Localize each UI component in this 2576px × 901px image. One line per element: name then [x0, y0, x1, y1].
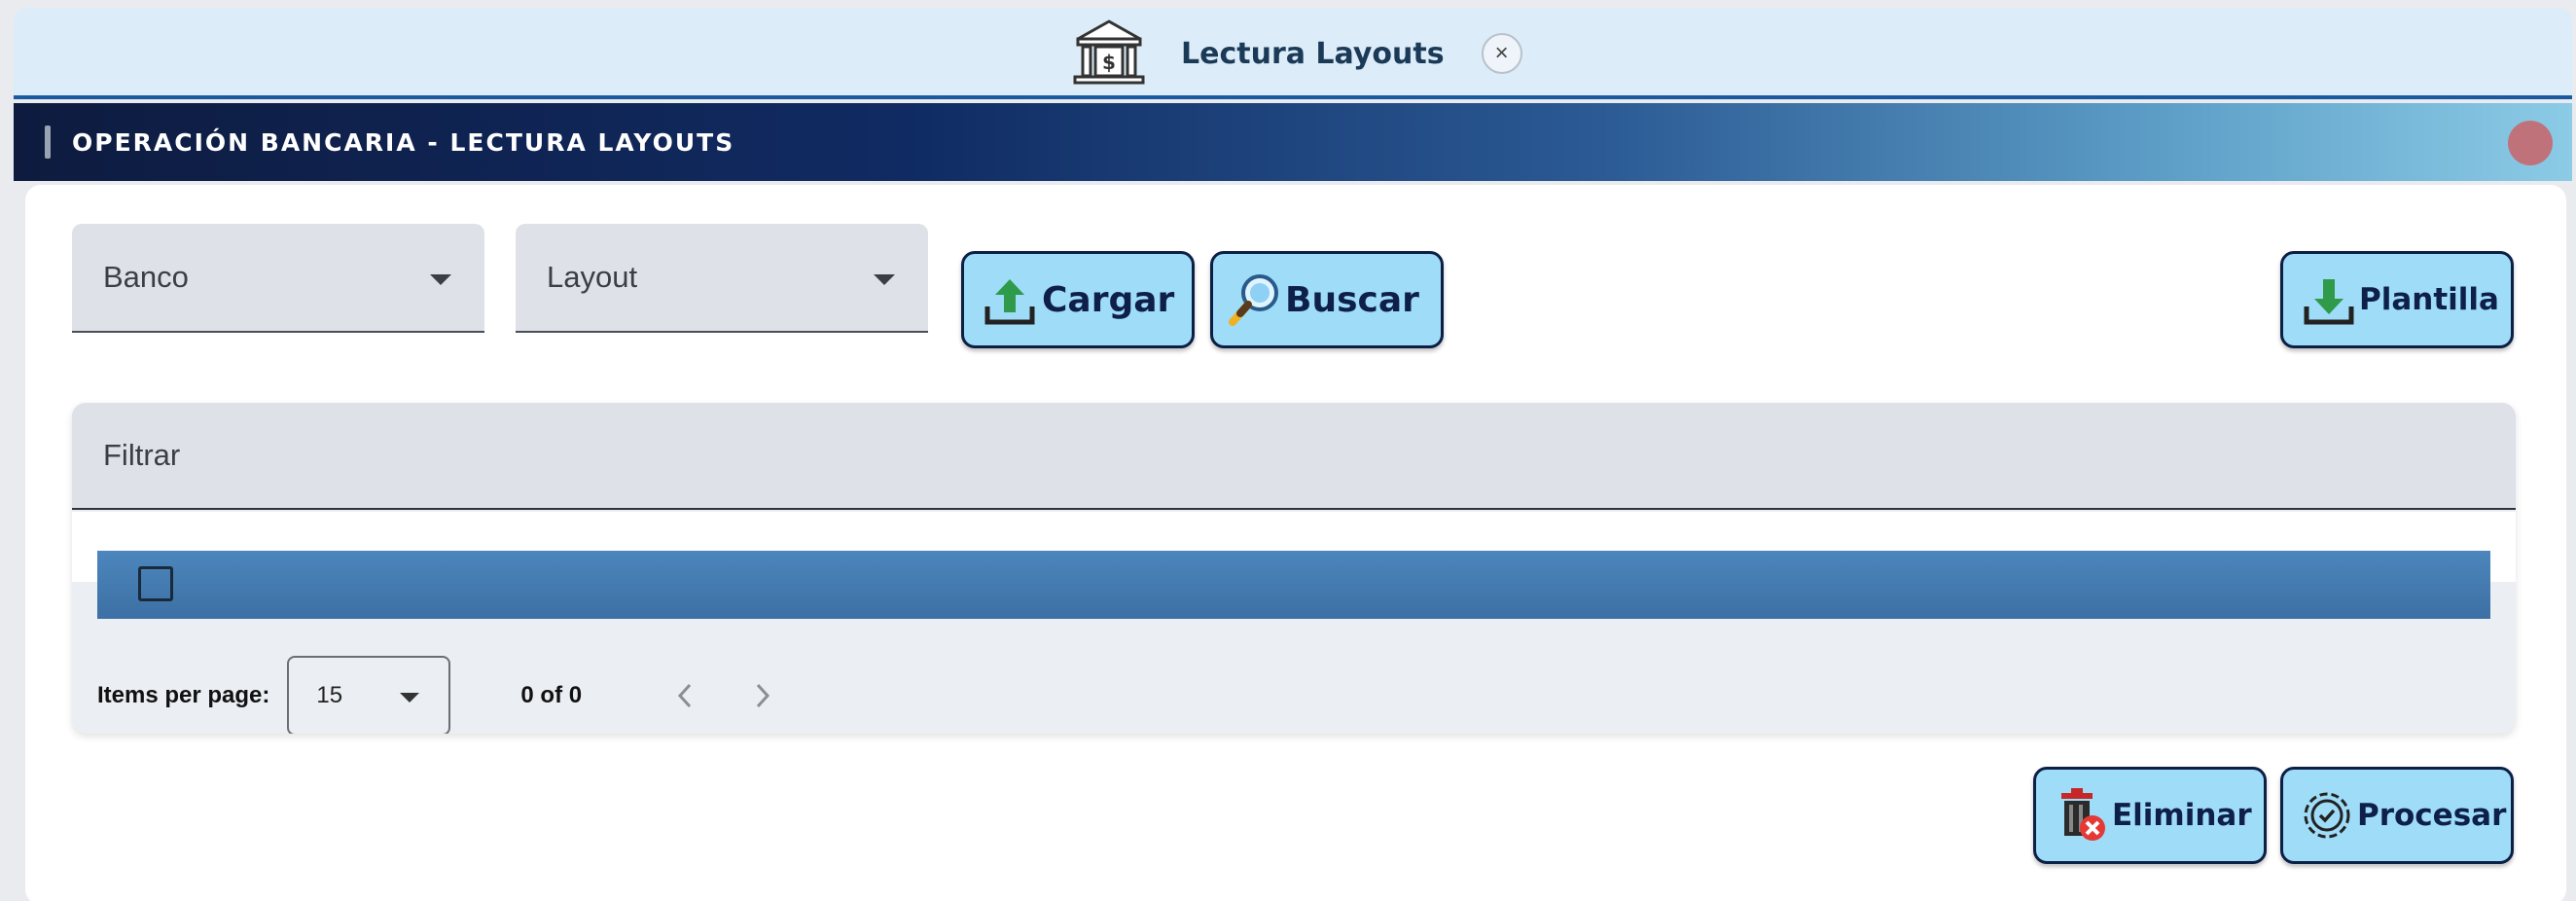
- chevron-down-icon: [874, 274, 895, 285]
- table-header-row: [97, 551, 2490, 619]
- header-accent: [45, 126, 51, 159]
- next-page-button[interactable]: [743, 676, 782, 715]
- procesar-label: Procesar: [2357, 798, 2507, 833]
- items-per-page-select[interactable]: 15: [287, 656, 451, 734]
- tab-lectura-layouts[interactable]: $ Lectura Layouts ×: [1070, 19, 1522, 86]
- delete-icon: [2061, 788, 2105, 841]
- banco-select[interactable]: Banco: [72, 224, 484, 333]
- cargar-button[interactable]: Cargar: [961, 251, 1195, 348]
- main-card: Banco Layout Cargar Buscar Plantilla Fil…: [25, 185, 2566, 901]
- chevron-left-icon: [678, 683, 692, 708]
- svg-text:$: $: [1102, 51, 1116, 74]
- paginator: Items per page: 15 0 of 0: [72, 656, 2516, 734]
- layout-select-label: Layout: [547, 260, 638, 294]
- buscar-button[interactable]: Buscar: [1210, 251, 1444, 348]
- tab-strip: $ Lectura Layouts ×: [14, 8, 2572, 99]
- page-title: OPERACIÓN BANCARIA - LECTURA LAYOUTS: [72, 127, 735, 157]
- search-icon: [1229, 274, 1278, 326]
- close-icon[interactable]: ×: [1481, 33, 1522, 74]
- eliminar-button[interactable]: Eliminar: [2033, 767, 2267, 864]
- items-per-page-label: Items per page:: [97, 682, 270, 708]
- banco-select-label: Banco: [103, 260, 189, 294]
- eliminar-label: Eliminar: [2112, 798, 2252, 833]
- tab-title: Lectura Layouts: [1181, 36, 1445, 71]
- page-range-label: 0 of 0: [520, 682, 583, 708]
- page-header: OPERACIÓN BANCARIA - LECTURA LAYOUTS: [14, 103, 2572, 181]
- download-icon: [2304, 279, 2354, 325]
- bank-icon: $: [1073, 19, 1145, 85]
- layout-select[interactable]: Layout: [516, 224, 928, 333]
- table-panel: Filtrar Items per page: 15 0 of 0: [72, 403, 2516, 734]
- buscar-label: Buscar: [1285, 279, 1419, 320]
- procesar-button[interactable]: Procesar: [2280, 767, 2514, 864]
- plantilla-button[interactable]: Plantilla: [2280, 251, 2514, 348]
- chevron-down-icon: [430, 274, 451, 285]
- chevron-right-icon: [756, 683, 770, 708]
- previous-page-button[interactable]: [665, 676, 704, 715]
- chevron-down-icon: [400, 693, 420, 703]
- items-per-page-value: 15: [316, 682, 343, 708]
- select-all-checkbox[interactable]: [138, 566, 173, 601]
- table: [72, 512, 2516, 619]
- upload-icon: [984, 279, 1035, 325]
- filter-placeholder: Filtrar: [103, 438, 181, 472]
- plantilla-label: Plantilla: [2359, 282, 2499, 317]
- filter-input[interactable]: Filtrar: [72, 403, 2516, 510]
- cargar-label: Cargar: [1042, 279, 1175, 320]
- status-indicator[interactable]: [2508, 121, 2553, 165]
- process-gear-icon: [2304, 792, 2350, 839]
